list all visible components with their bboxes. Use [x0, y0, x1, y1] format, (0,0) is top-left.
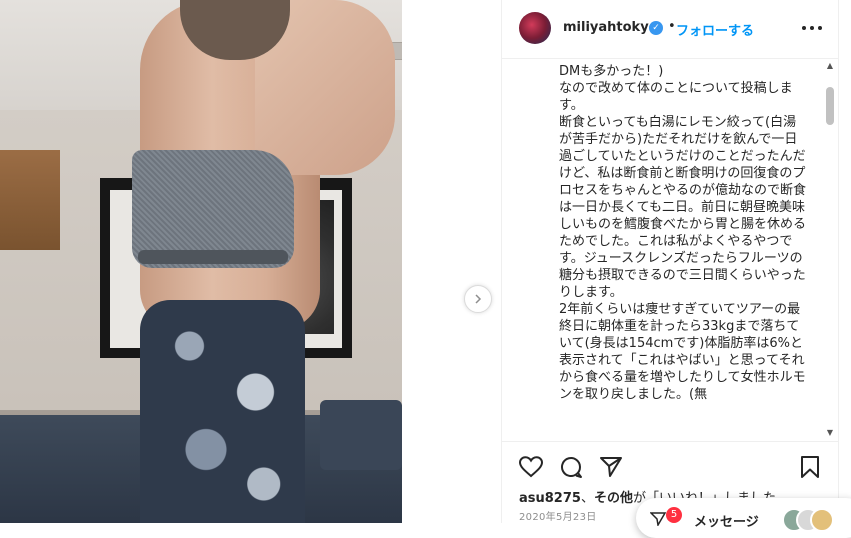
scrollbar-thumb[interactable] — [826, 87, 834, 125]
post-header: miliyahtokyo ✓ • フォローする — [502, 0, 838, 59]
post-photo[interactable] — [0, 0, 402, 523]
separator-dot: • — [668, 19, 676, 34]
post-date[interactable]: 2020年5月23日 — [519, 508, 597, 523]
username[interactable]: miliyahtokyo — [563, 20, 658, 35]
avatar[interactable] — [519, 12, 551, 44]
share-icon[interactable] — [599, 455, 623, 479]
liker-username[interactable]: asu8275 — [519, 491, 581, 506]
scrollbar[interactable]: ▲ ▼ — [824, 61, 836, 439]
photo-cushion — [320, 400, 402, 470]
photo-wood-panel — [0, 150, 60, 250]
scroll-down-icon[interactable]: ▼ — [824, 428, 836, 438]
caption-line: 2年前くらいは痩せすぎていてツアーの最終日に朝体重を計ったら33kgまで落ちてい… — [559, 302, 806, 402]
avatar — [810, 508, 834, 532]
messages-label: メッセージ — [694, 515, 759, 530]
photo-sports-bra-band — [138, 250, 288, 264]
unread-badge: 5 — [666, 507, 682, 523]
heart-icon[interactable] — [519, 455, 543, 479]
scroll-up-icon[interactable]: ▲ — [824, 61, 836, 71]
caption-line: 断食といっても白湯にレモン絞って(白湯が苦手だから)ただそれだけを飲んで一日過ご… — [559, 115, 807, 300]
caption-line: DMも多かった！) — [559, 64, 664, 79]
bookmark-icon[interactable] — [798, 455, 822, 479]
message-icon — [649, 512, 667, 530]
more-icon[interactable] — [799, 16, 825, 36]
next-arrow-icon[interactable] — [464, 285, 492, 313]
caption-scroll-area[interactable]: DMも多かった！) なので改めて体のことについて投稿します。 断食といっても白湯… — [502, 59, 838, 441]
action-bar — [502, 441, 838, 490]
post-side-panel: miliyahtokyo ✓ • フォローする DMも多かった！) なので改めて… — [501, 0, 839, 523]
comment-icon[interactable] — [559, 455, 583, 479]
verified-badge-icon: ✓ — [649, 21, 663, 35]
likes-others-link[interactable]: その他 — [594, 491, 633, 506]
caption-line: なので改めて体のことについて投稿します。 — [559, 81, 793, 113]
photo-leggings — [140, 300, 305, 523]
caption-text: DMも多かった！) なので改めて体のことについて投稿します。 断食といっても白湯… — [559, 63, 809, 403]
follow-button[interactable]: フォローする — [676, 20, 754, 39]
messages-pill[interactable]: 5 メッセージ — [636, 498, 851, 538]
